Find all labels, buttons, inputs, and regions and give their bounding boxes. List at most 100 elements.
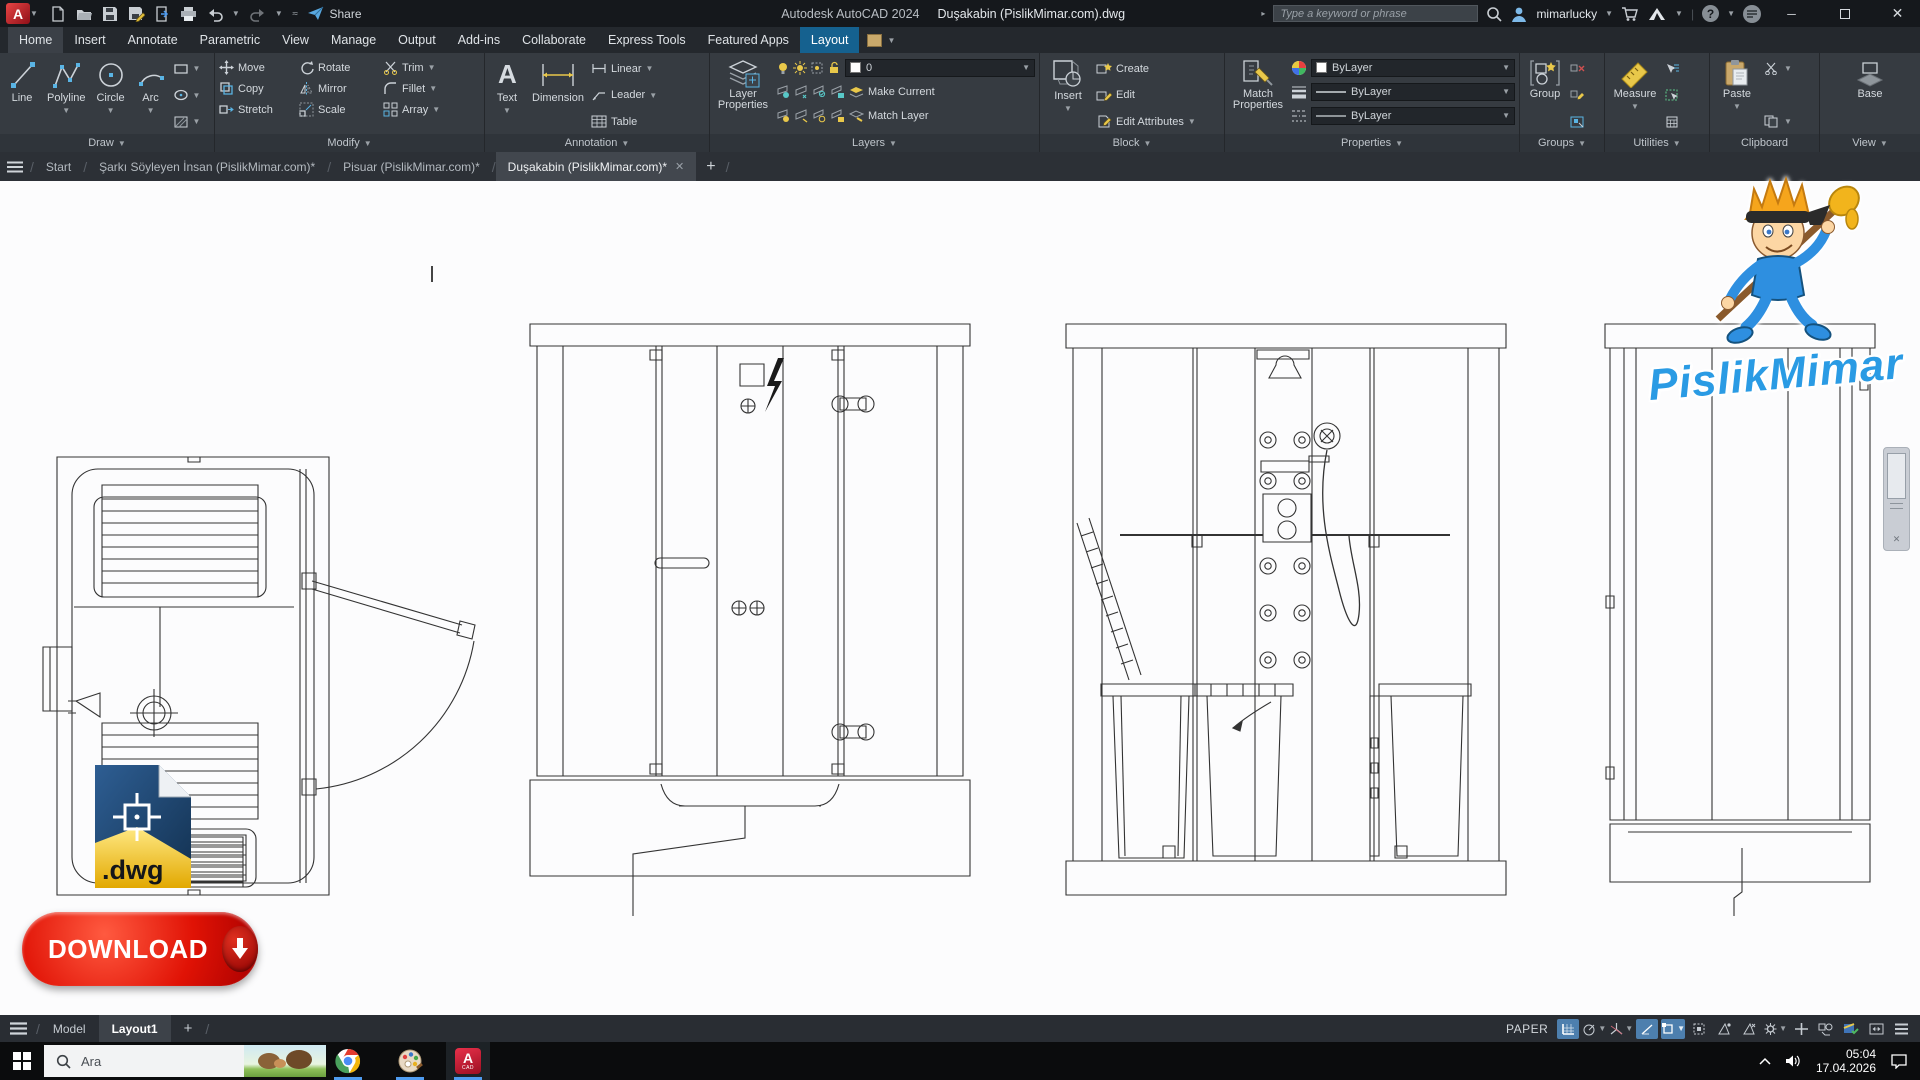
tab-layout[interactable]: Layout [800, 27, 860, 53]
model-tab[interactable]: Model [40, 1015, 99, 1042]
copy-button[interactable]: Copy [219, 78, 297, 99]
panel-title-properties[interactable]: Properties▼ [1225, 134, 1519, 152]
insert-block-button[interactable]: Insert▼ [1044, 56, 1092, 134]
layout1-tab[interactable]: Layout1 [99, 1015, 171, 1042]
taskbar-autocad-icon[interactable]: ACAD [446, 1042, 490, 1080]
arc-button[interactable]: Arc▼ [133, 56, 169, 134]
panel-title-modify[interactable]: Modify▼ [215, 134, 484, 152]
autocad-app-icon[interactable]: A [6, 3, 30, 24]
taskbar-paint-app-icon[interactable] [388, 1042, 432, 1080]
layer-del-icon[interactable] [830, 109, 845, 123]
quick-select-button[interactable] [1665, 58, 1680, 79]
layer-merge-icon[interactable] [812, 109, 827, 123]
rectangle-tool-button[interactable]: ▼ [173, 58, 201, 79]
doc-tab-start[interactable]: Start [34, 152, 83, 181]
search-icon[interactable] [1486, 6, 1502, 22]
text-button[interactable]: A Text▼ [489, 56, 525, 134]
create-block-button[interactable]: Create [1096, 58, 1196, 79]
layout-sheet-icon[interactable] [867, 34, 882, 47]
doc-tab-pisuar[interactable]: Pisuar (PislikMimar.com)* [331, 152, 492, 181]
edit-block-button[interactable]: Edit [1096, 85, 1196, 106]
new-layout-button[interactable]: + [171, 1015, 206, 1042]
cut-clip-button[interactable]: ▼ [1764, 58, 1792, 79]
doc-tab-sarki[interactable]: Şarkı Söyleyen İnsan (PislikMimar.com)* [87, 152, 327, 181]
polar-tracking-toggle[interactable]: ▼ [1582, 1019, 1606, 1039]
group-edit-button[interactable] [1570, 85, 1585, 106]
taskbar-chrome-icon[interactable] [326, 1042, 370, 1080]
layer-lock-icon[interactable] [812, 85, 827, 99]
download-button[interactable]: DOWNLOAD [22, 912, 258, 986]
panel-title-view[interactable]: View▼ [1820, 134, 1920, 152]
start-button[interactable] [0, 1042, 44, 1080]
minimize-button[interactable]: ─ [1769, 0, 1814, 27]
layer-freeze-icon[interactable] [794, 85, 809, 99]
isometric-drafting-toggle[interactable]: ▼ [1609, 1019, 1633, 1039]
object-snap-toggle[interactable]: ▼ [1661, 1019, 1685, 1039]
ungroup-button[interactable] [1570, 58, 1585, 79]
tab-home[interactable]: Home [8, 27, 63, 53]
object-color-dropdown[interactable]: ByLayer▼ [1311, 59, 1515, 77]
taskbar-search-input[interactable]: Ara [44, 1045, 326, 1077]
drawing-canvas[interactable]: PislikMimar .dwg DOWNLOAD [0, 181, 1920, 1015]
signed-in-user[interactable]: mimarlucky [1536, 7, 1597, 21]
ribbon-display-caret-icon[interactable]: ▼ [887, 36, 895, 45]
annotation-scale-toggle[interactable] [1738, 1019, 1760, 1039]
autodesk-dropdown-caret-icon[interactable]: ▼ [1675, 9, 1683, 18]
save-as-icon[interactable] [128, 5, 145, 22]
tab-add-ins[interactable]: Add-ins [447, 27, 511, 53]
plot-icon[interactable] [180, 5, 197, 22]
panel-title-annotation[interactable]: Annotation▼ [485, 134, 709, 152]
linetype-dropdown[interactable]: ByLayer▼ [1311, 107, 1515, 125]
graphics-performance-toggle[interactable] [1840, 1019, 1862, 1039]
layer-unlock-icon[interactable] [827, 61, 841, 75]
new-drawing-tab-button[interactable]: + [696, 152, 725, 181]
fillet-button[interactable]: Fillet▼ [383, 78, 437, 99]
share-button[interactable]: Share [307, 6, 361, 21]
customization-plus[interactable] [1790, 1019, 1812, 1039]
app-menu-caret-icon[interactable]: ▼ [30, 9, 38, 18]
save-icon[interactable] [102, 5, 119, 22]
selection-cycling-toggle[interactable] [1688, 1019, 1710, 1039]
layer-lock2-icon[interactable] [830, 85, 845, 99]
new-file-icon[interactable] [50, 5, 67, 22]
match-layer-button[interactable]: Match Layer [849, 107, 929, 125]
layer-select-dropdown[interactable]: 0 ▼ [845, 59, 1035, 77]
line-button[interactable]: Line [4, 56, 40, 134]
workspace-switching-gear[interactable]: ▼ [1763, 1019, 1787, 1039]
linear-dimension-button[interactable]: Linear▼ [591, 58, 657, 79]
panel-title-draw[interactable]: Draw▼ [0, 134, 214, 152]
search-expand-icon[interactable]: ▸ [1261, 9, 1265, 18]
tab-annotate[interactable]: Annotate [117, 27, 189, 53]
hidden-icons-chevron[interactable] [1759, 1057, 1771, 1065]
copy-clip-button[interactable]: ▼ [1764, 111, 1792, 132]
layer-isolate-icon[interactable] [810, 61, 824, 75]
lineweight-dropdown[interactable]: ByLayer▼ [1311, 83, 1515, 101]
base-view-button[interactable]: Base [1847, 56, 1893, 134]
close-button[interactable]: ✕ [1875, 0, 1920, 27]
user-dropdown-caret-icon[interactable]: ▼ [1605, 9, 1613, 18]
tab-insert[interactable]: Insert [63, 27, 116, 53]
circle-button[interactable]: Circle▼ [93, 56, 129, 134]
mirror-button[interactable]: Mirror [299, 78, 381, 99]
tab-parametric[interactable]: Parametric [189, 27, 271, 53]
layer-properties-button[interactable]: Layer Properties [714, 56, 772, 134]
array-button[interactable]: Array▼ [383, 99, 440, 120]
match-properties-button[interactable]: Match Properties [1229, 56, 1287, 134]
tab-output[interactable]: Output [387, 27, 447, 53]
doc-tabs-menu-icon[interactable] [0, 152, 30, 181]
group-button[interactable]: Group [1524, 56, 1566, 134]
action-center-icon[interactable] [1890, 1053, 1908, 1069]
layout-menu-icon[interactable] [0, 1022, 36, 1035]
open-file-icon[interactable] [76, 5, 93, 22]
ellipse-tool-button[interactable]: ▼ [173, 85, 201, 106]
make-current-button[interactable]: Make Current [849, 83, 935, 101]
layer-thaw-sun-icon[interactable] [793, 61, 807, 75]
autodesk-logo-icon[interactable] [1647, 7, 1667, 21]
group-selection-toggle[interactable] [1570, 111, 1585, 132]
undo-icon[interactable] [206, 5, 223, 22]
app-store-cart-icon[interactable] [1621, 6, 1639, 22]
paste-button[interactable]: Paste▼ [1714, 56, 1760, 134]
dimension-button[interactable]: Dimension [529, 56, 587, 134]
stretch-button[interactable]: Stretch [219, 99, 297, 120]
layer-on-bulb-icon[interactable] [776, 61, 790, 75]
